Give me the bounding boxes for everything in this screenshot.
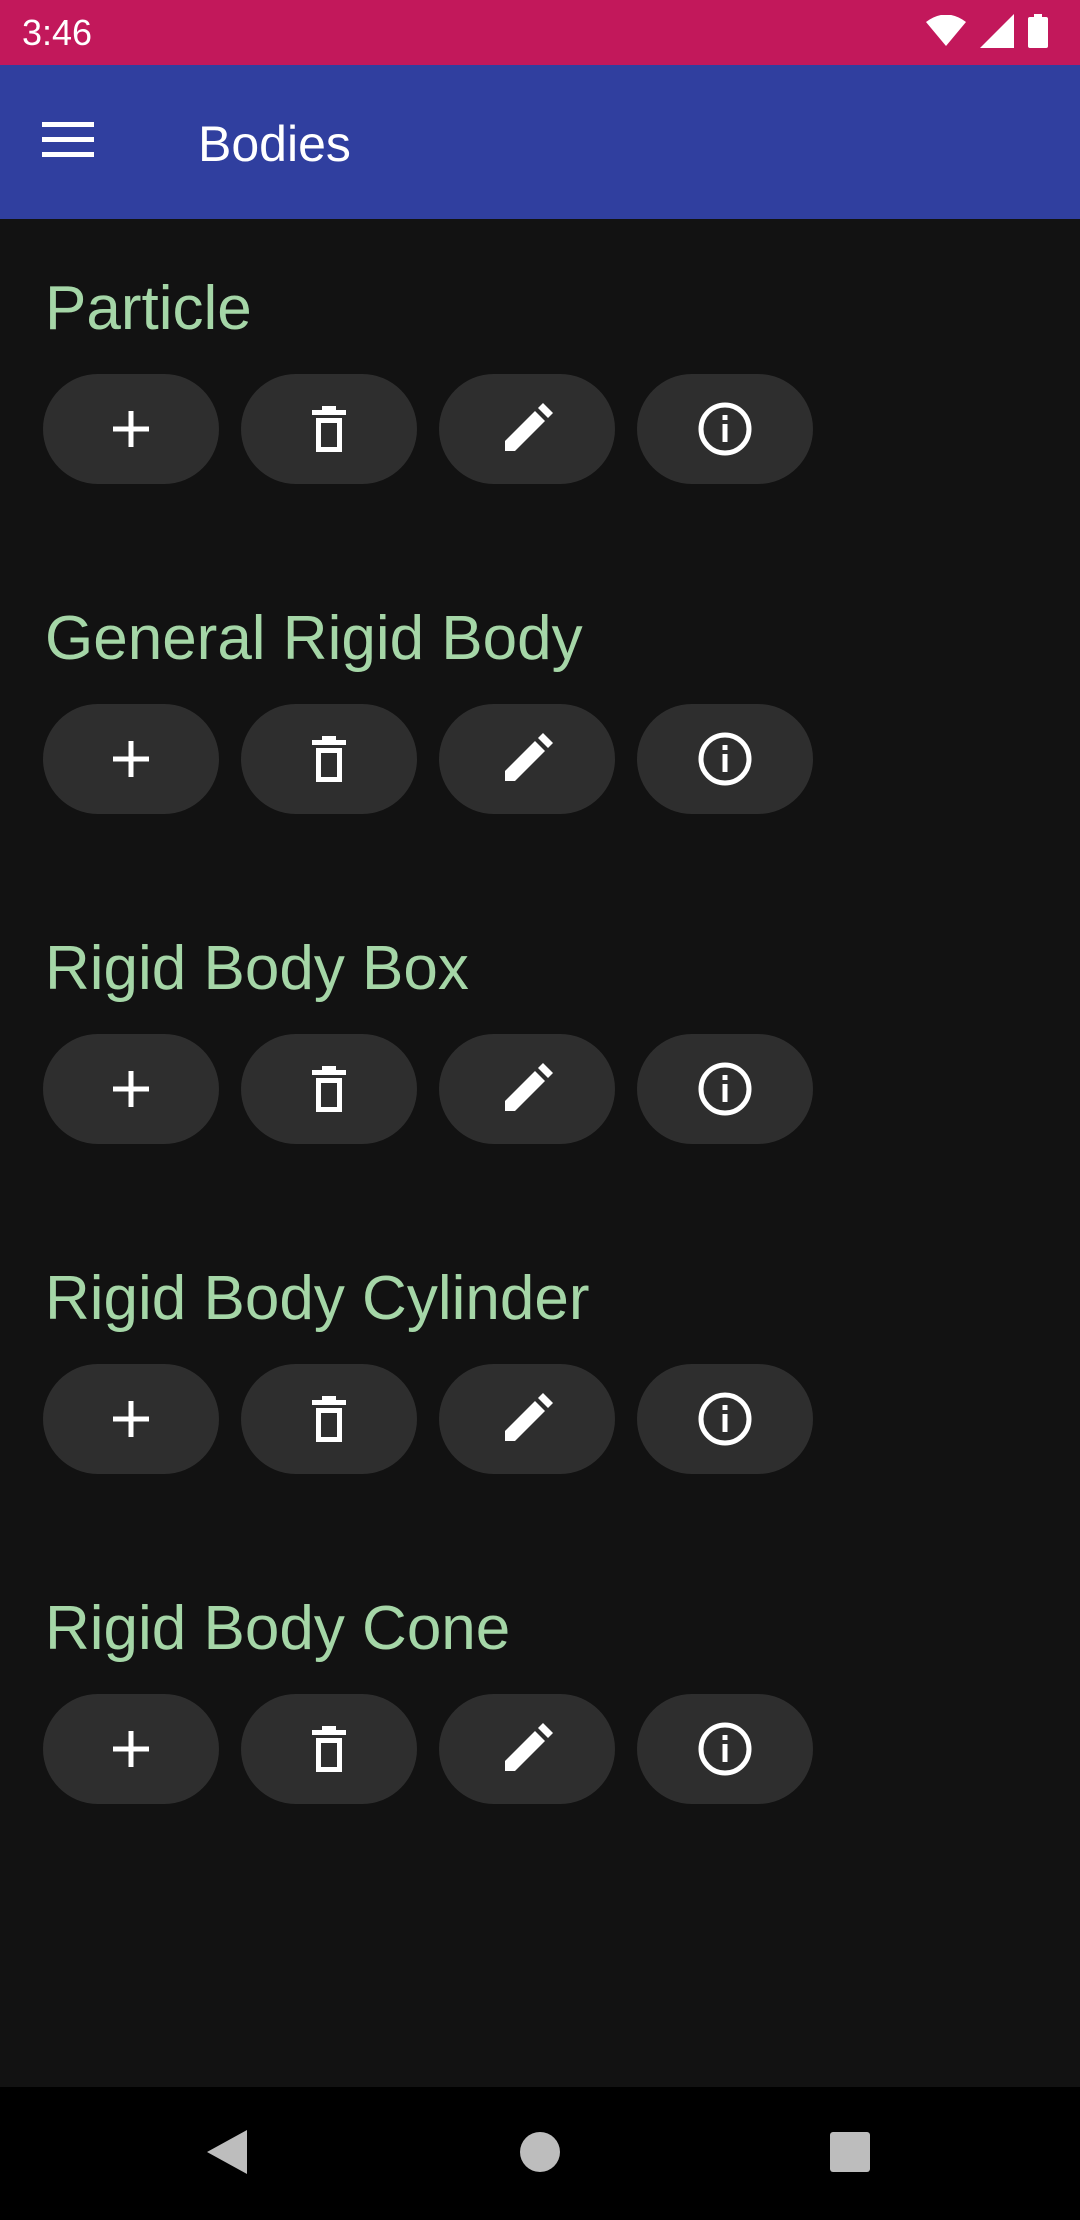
- edit-button[interactable]: [439, 704, 615, 814]
- status-icons: [926, 14, 1048, 53]
- edit-button[interactable]: [439, 374, 615, 484]
- add-button[interactable]: [43, 1694, 219, 1804]
- section-title: Rigid Body Cone: [45, 1594, 511, 1663]
- section-title: Rigid Body Cylinder: [45, 1264, 590, 1333]
- action-row: [43, 1364, 813, 1474]
- delete-button[interactable]: [241, 1694, 417, 1804]
- info-button[interactable]: [637, 1034, 813, 1144]
- pencil-icon: [501, 733, 553, 785]
- section-title: General Rigid Body: [45, 604, 583, 673]
- plus-icon: [109, 737, 153, 781]
- info-button[interactable]: [637, 1364, 813, 1474]
- action-row: [43, 1694, 813, 1804]
- edit-button[interactable]: [439, 1364, 615, 1474]
- section-title: Particle: [45, 274, 252, 343]
- delete-button[interactable]: [241, 374, 417, 484]
- add-button[interactable]: [43, 1034, 219, 1144]
- action-row: [43, 374, 813, 484]
- plus-icon: [109, 407, 153, 451]
- trash-icon: [307, 735, 351, 783]
- recents-button[interactable]: [805, 2109, 895, 2199]
- delete-button[interactable]: [241, 704, 417, 814]
- add-button[interactable]: [43, 1364, 219, 1474]
- battery-icon: [1028, 14, 1048, 53]
- info-button[interactable]: [637, 704, 813, 814]
- delete-button[interactable]: [241, 1034, 417, 1144]
- info-icon: [697, 1391, 753, 1447]
- navigation-bar: [0, 2087, 1080, 2220]
- menu-icon: [42, 121, 94, 163]
- recents-icon: [829, 2131, 871, 2178]
- info-icon: [697, 1061, 753, 1117]
- edit-button[interactable]: [439, 1694, 615, 1804]
- pencil-icon: [501, 1723, 553, 1775]
- delete-button[interactable]: [241, 1364, 417, 1474]
- trash-icon: [307, 405, 351, 453]
- add-button[interactable]: [43, 374, 219, 484]
- trash-icon: [307, 1065, 351, 1113]
- trash-icon: [307, 1725, 351, 1773]
- wifi-icon: [926, 14, 966, 52]
- pencil-icon: [501, 1063, 553, 1115]
- info-button[interactable]: [637, 374, 813, 484]
- info-icon: [697, 1721, 753, 1777]
- pencil-icon: [501, 403, 553, 455]
- bodies-list: Particle General Rigid Body Rigid Body B…: [0, 219, 1080, 2087]
- edit-button[interactable]: [439, 1034, 615, 1144]
- home-icon: [518, 2130, 562, 2179]
- plus-icon: [109, 1727, 153, 1771]
- action-row: [43, 704, 813, 814]
- plus-icon: [109, 1067, 153, 1111]
- info-button[interactable]: [637, 1694, 813, 1804]
- back-button[interactable]: [182, 2109, 272, 2199]
- info-icon: [697, 731, 753, 787]
- app-bar: Bodies: [0, 65, 1080, 219]
- pencil-icon: [501, 1393, 553, 1445]
- info-icon: [697, 401, 753, 457]
- status-bar: 3:46: [0, 0, 1080, 65]
- status-time: 3:46: [22, 12, 93, 53]
- menu-button[interactable]: [28, 102, 108, 182]
- page-title: Bodies: [198, 116, 351, 172]
- action-row: [43, 1034, 813, 1144]
- plus-icon: [109, 1397, 153, 1441]
- back-icon: [205, 2128, 249, 2181]
- cell-signal-icon: [980, 14, 1014, 53]
- trash-icon: [307, 1395, 351, 1443]
- home-button[interactable]: [495, 2109, 585, 2199]
- add-button[interactable]: [43, 704, 219, 814]
- section-title: Rigid Body Box: [45, 934, 469, 1003]
